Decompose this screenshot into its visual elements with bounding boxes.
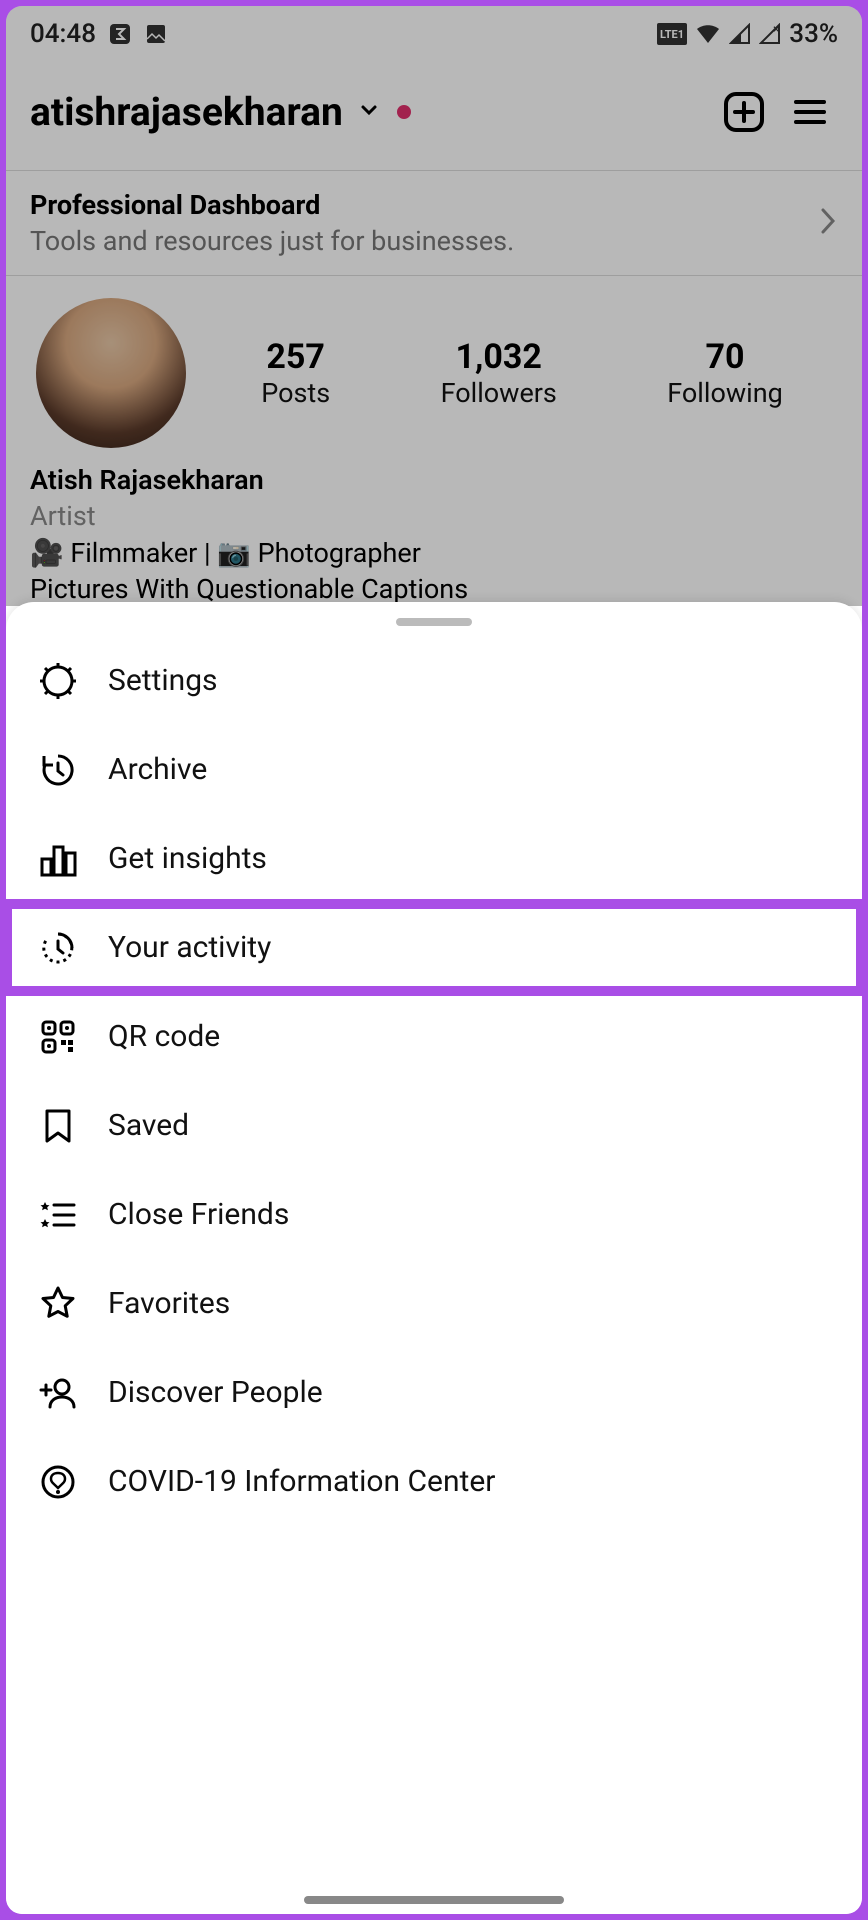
chevron-right-icon <box>818 206 838 240</box>
username-label[interactable]: atishrajasekharan <box>30 89 343 135</box>
menu-closefriends-label: Close Friends <box>108 1197 289 1232</box>
discover-people-icon <box>36 1371 80 1415</box>
notification-dot <box>397 105 411 119</box>
stat-posts[interactable]: 257 Posts <box>261 337 330 409</box>
activity-icon <box>36 926 80 970</box>
menu-your-activity[interactable]: Your activity <box>6 903 862 992</box>
covid-info-icon <box>36 1460 80 1504</box>
sigma-icon <box>108 22 132 46</box>
menu-favorites[interactable]: Favorites <box>6 1259 862 1348</box>
menu-bottom-sheet: Settings Archive Get insights Your activ… <box>6 602 862 1914</box>
stat-following[interactable]: 70 Following <box>667 337 783 409</box>
menu-insights[interactable]: Get insights <box>6 814 862 903</box>
qr-code-icon <box>36 1015 80 1059</box>
svg-text:×: × <box>773 23 779 36</box>
svg-text:LTE1: LTE1 <box>660 28 684 41</box>
signal-icon <box>729 23 751 45</box>
menu-settings-label: Settings <box>108 663 218 698</box>
professional-dashboard-row[interactable]: Professional Dashboard Tools and resourc… <box>6 170 862 276</box>
bio-category: Artist <box>30 498 838 534</box>
dashboard-title: Professional Dashboard <box>30 189 818 221</box>
menu-discover-label: Discover People <box>108 1375 323 1410</box>
insights-icon <box>36 837 80 881</box>
status-time: 04:48 <box>30 19 96 49</box>
menu-settings[interactable]: Settings <box>6 636 862 725</box>
bio-line-1: 🎥 Filmmaker | 📷 Photographer <box>30 535 838 571</box>
volte-icon: LTE1 <box>657 23 687 45</box>
menu-saved-label: Saved <box>108 1108 189 1143</box>
profile-header: atishrajasekharan <box>6 62 862 170</box>
dashboard-subtitle: Tools and resources just for businesses. <box>30 225 818 257</box>
hamburger-menu-button[interactable] <box>782 84 838 140</box>
menu-saved[interactable]: Saved <box>6 1081 862 1170</box>
menu-archive[interactable]: Archive <box>6 725 862 814</box>
settings-icon <box>36 659 80 703</box>
menu-archive-label: Archive <box>108 752 207 787</box>
gallery-icon <box>144 22 168 46</box>
profile-stats-row: 257 Posts 1,032 Followers 70 Following <box>6 276 862 458</box>
create-button[interactable] <box>716 84 772 140</box>
menu-activity-label: Your activity <box>108 930 271 965</box>
chevron-down-icon[interactable] <box>357 98 381 126</box>
avatar[interactable] <box>36 298 186 448</box>
saved-icon <box>36 1104 80 1148</box>
menu-covid-info[interactable]: COVID-19 Information Center <box>6 1437 862 1526</box>
menu-qrcode-label: QR code <box>108 1019 220 1054</box>
close-friends-icon <box>36 1193 80 1237</box>
menu-discover-people[interactable]: Discover People <box>6 1348 862 1437</box>
menu-insights-label: Get insights <box>108 841 267 876</box>
menu-covid-label: COVID-19 Information Center <box>108 1464 495 1499</box>
menu-favorites-label: Favorites <box>108 1286 230 1321</box>
stat-following-label: Following <box>667 377 783 409</box>
stat-followers-label: Followers <box>441 377 557 409</box>
stat-followers-count: 1,032 <box>441 337 557 377</box>
home-indicator[interactable] <box>304 1896 564 1904</box>
favorites-icon <box>36 1282 80 1326</box>
stat-followers[interactable]: 1,032 Followers <box>441 337 557 409</box>
status-battery: 33% <box>789 19 838 49</box>
signal2-icon: × <box>759 23 781 45</box>
menu-close-friends[interactable]: Close Friends <box>6 1170 862 1259</box>
menu-qr-code[interactable]: QR code <box>6 992 862 1081</box>
stat-following-count: 70 <box>667 337 783 377</box>
archive-icon <box>36 748 80 792</box>
stat-posts-count: 257 <box>261 337 330 377</box>
status-bar: 04:48 LTE1 × 33% <box>6 6 862 62</box>
sheet-grabber[interactable] <box>396 618 472 626</box>
bio-name: Atish Rajasekharan <box>30 462 838 498</box>
stat-posts-label: Posts <box>261 377 330 409</box>
wifi-icon <box>695 23 721 45</box>
